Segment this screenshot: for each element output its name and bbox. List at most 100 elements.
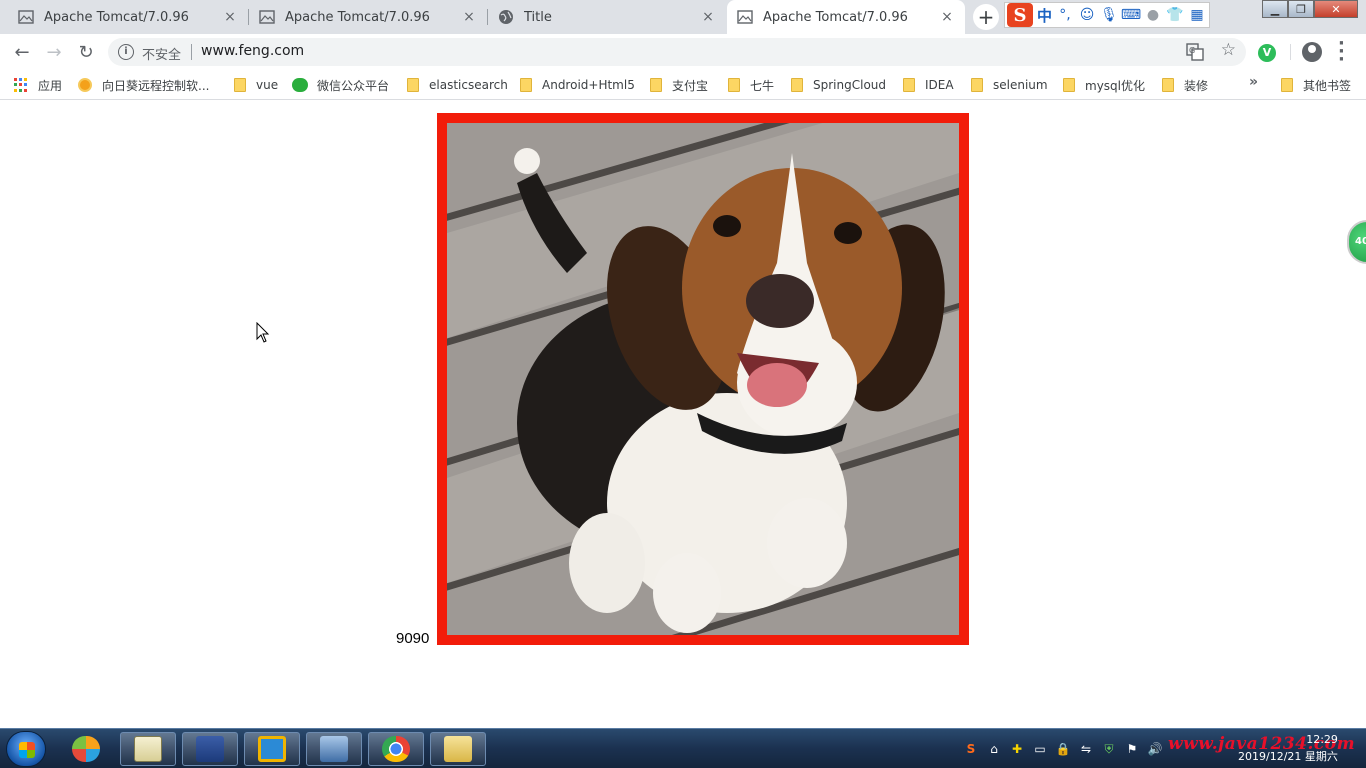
editor-icon <box>196 736 224 762</box>
bookmark-label: 向日葵远程控制软... <box>102 78 210 93</box>
close-tab-icon[interactable]: × <box>939 9 955 25</box>
folder-icon <box>650 78 662 92</box>
taskbar-chrome[interactable] <box>368 732 424 766</box>
folder-icon <box>1281 78 1293 92</box>
bookmark-other[interactable]: 其他书签 <box>1281 76 1351 94</box>
beagle-photo <box>447 123 959 635</box>
plus-icon[interactable]: ✚ <box>1008 740 1026 758</box>
floating-badge[interactable]: 40 <box>1347 220 1366 264</box>
tab-tomcat-active[interactable]: Apache Tomcat/7.0.96 × <box>727 0 965 34</box>
bookmark-label: 装修 <box>1184 78 1209 93</box>
address-divider <box>191 44 192 60</box>
minimize-button[interactable]: ▁ <box>1262 0 1288 18</box>
address-bar[interactable]: i 不安全 www.feng.com G ☆ <box>108 38 1246 66</box>
bookmarks-overflow-icon[interactable]: » <box>1249 74 1258 90</box>
shirt-icon[interactable]: 👕 <box>1166 6 1184 24</box>
usb-icon[interactable]: ⇋ <box>1077 740 1095 758</box>
volume-icon[interactable]: 🔊 <box>1146 740 1164 758</box>
bookmark-elasticsearch[interactable]: elasticsearch <box>407 76 508 94</box>
new-tab-button[interactable]: + <box>973 4 999 30</box>
system-tray: S ⌂ ✚ ▭ 🔒 ⇋ ⛨ ⚑ 🔊 <box>962 738 1164 760</box>
bookmark-star-icon[interactable]: ☆ <box>1221 40 1236 60</box>
bookmark-renovation[interactable]: 装修 <box>1162 76 1208 94</box>
close-tab-icon[interactable]: × <box>461 9 477 25</box>
wechat-icon <box>292 78 308 92</box>
folder-icon <box>1063 78 1075 92</box>
bookmark-label: 七牛 <box>750 78 775 93</box>
maximize-button[interactable]: ❐ <box>1288 0 1314 18</box>
display-icon[interactable]: ▭ <box>1031 740 1049 758</box>
back-button[interactable]: ← <box>8 38 36 66</box>
bookmark-qiniu[interactable]: 七牛 <box>728 76 774 94</box>
bookmark-label: 其他书签 <box>1303 78 1352 93</box>
taskbar-vmware[interactable] <box>244 732 300 766</box>
bookmark-alipay[interactable]: 支付宝 <box>650 76 708 94</box>
taskbar-clock[interactable]: 12:29 2019/12/21 星期六 <box>1238 731 1338 765</box>
sunflower-icon <box>78 78 92 92</box>
emoji-icon[interactable]: ☺ <box>1078 6 1096 24</box>
window-controls: ▁ ❐ ✕ <box>1262 0 1358 18</box>
taskbar-editor[interactable] <box>182 732 238 766</box>
tab-title-page[interactable]: Title × <box>488 0 726 34</box>
user-icon[interactable]: ● <box>1144 6 1162 24</box>
keyboard-icon[interactable]: ⌨ <box>1121 6 1141 24</box>
folder-icon <box>520 78 532 92</box>
start-button[interactable] <box>6 731 46 767</box>
lock-icon[interactable]: 🔒 <box>1054 740 1072 758</box>
bookmark-label: IDEA <box>925 78 954 92</box>
bookmark-vue[interactable]: vue <box>234 76 278 94</box>
flag-icon[interactable]: ⚑ <box>1123 740 1141 758</box>
bookmark-label: vue <box>256 78 279 92</box>
folder-icon <box>234 78 246 92</box>
taskbar-app-launcher[interactable] <box>58 732 114 766</box>
bookmark-label: mysql优化 <box>1085 78 1145 93</box>
notepad-icon <box>134 736 162 762</box>
close-tab-icon[interactable]: × <box>700 9 716 25</box>
bookmark-label: selenium <box>993 78 1048 92</box>
folder-icon <box>1162 78 1174 92</box>
shield-icon[interactable]: ⛨ <box>1100 740 1118 758</box>
taskbar-notepad[interactable] <box>120 732 176 766</box>
translate-icon[interactable]: G <box>1186 43 1204 61</box>
bookmark-mysql[interactable]: mysql优化 <box>1063 76 1145 94</box>
bookmark-idea[interactable]: IDEA <box>903 76 954 94</box>
forward-button[interactable]: → <box>40 38 68 66</box>
sogou-logo-icon[interactable]: S <box>1007 3 1033 27</box>
tab-tomcat-1[interactable]: Apache Tomcat/7.0.96 × <box>0 0 248 34</box>
profile-avatar-icon[interactable] <box>1302 42 1322 62</box>
menu-dots-icon[interactable]: · · · <box>1338 35 1345 69</box>
toolbar-divider <box>1290 44 1291 60</box>
remote-desktop-icon <box>320 736 348 762</box>
extension-icon[interactable]: V <box>1258 44 1276 62</box>
bookmark-label: 应用 <box>38 78 63 93</box>
page-caption: 9090 <box>396 630 430 647</box>
grid-icon[interactable]: ▦ <box>1188 6 1206 24</box>
security-label[interactable]: 不安全 <box>142 44 181 63</box>
bookmark-label: 支付宝 <box>672 78 709 93</box>
taskbar-remote-desktop[interactable] <box>306 732 362 766</box>
taskbar-file-explorer[interactable] <box>430 732 486 766</box>
close-tab-icon[interactable]: × <box>222 9 238 25</box>
bookmark-springcloud[interactable]: SpringCloud <box>791 76 886 94</box>
close-window-button[interactable]: ✕ <box>1314 0 1358 18</box>
bookmark-wechat[interactable]: 微信公众平台 <box>292 76 389 94</box>
sogou-icon[interactable]: S <box>962 740 980 758</box>
reload-button[interactable]: ↻ <box>72 38 100 66</box>
apps-grid-icon <box>14 78 28 92</box>
photo-frame <box>437 113 969 645</box>
bookmark-apps[interactable]: 应用 <box>14 76 62 94</box>
info-icon[interactable]: i <box>118 44 134 60</box>
network-icon[interactable]: ⌂ <box>985 740 1003 758</box>
url-text[interactable]: www.feng.com <box>201 43 304 59</box>
bookmark-label: 微信公众平台 <box>317 78 390 93</box>
ime-mode-toggle[interactable]: 中 <box>1037 5 1052 26</box>
microphone-icon[interactable]: 🎙 <box>1100 6 1118 24</box>
folder-icon <box>791 78 803 92</box>
tab-title: Title <box>524 9 552 25</box>
bookmark-selenium[interactable]: selenium <box>971 76 1048 94</box>
file-explorer-icon <box>444 736 472 762</box>
bookmark-android-html5[interactable]: Android+Html5 <box>520 76 635 94</box>
punctuation-icon[interactable]: °, <box>1056 6 1074 24</box>
bookmark-sunflower[interactable]: 向日葵远程控制软... <box>78 76 209 94</box>
tab-tomcat-2[interactable]: Apache Tomcat/7.0.96 × <box>249 0 487 34</box>
